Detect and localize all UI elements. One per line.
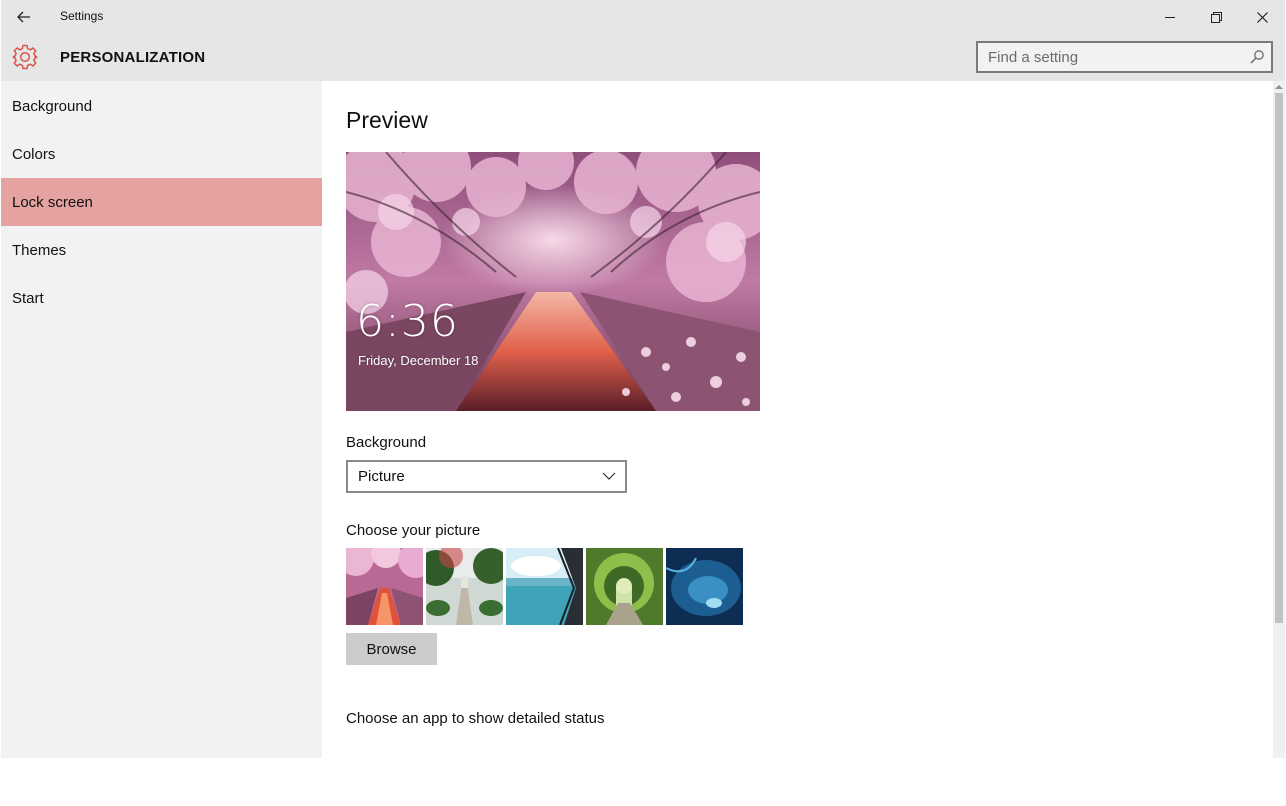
background-label: Background (346, 434, 427, 451)
picture-thumb-garden-fountain[interactable] (426, 548, 503, 625)
background-dropdown[interactable]: Picture (346, 460, 627, 493)
restore-icon (1210, 11, 1222, 23)
sidebar-item-lock-screen[interactable]: Lock screen (1, 178, 322, 226)
main-content: Preview 6:36 Friday, December 18 Backgro… (322, 81, 1273, 758)
picture-thumbnails (346, 548, 746, 625)
settings-header: PERSONALIZATION (1, 34, 1285, 81)
preview-date: Friday, December 18 (358, 353, 479, 368)
sidebar-item-background[interactable]: Background (1, 82, 322, 130)
gear-icon (12, 44, 38, 70)
picture-thumb-rocks-and-sea[interactable] (506, 548, 583, 625)
picture-thumb-cherry-blossom[interactable] (346, 548, 423, 625)
page-title: PERSONALIZATION (60, 49, 206, 66)
scroll-up-arrow-icon[interactable] (1275, 83, 1283, 91)
back-arrow-icon (17, 11, 30, 23)
minimize-button[interactable] (1147, 0, 1193, 34)
restore-button[interactable] (1193, 0, 1239, 34)
vertical-scrollbar[interactable] (1273, 81, 1285, 758)
preview-time: 6:36 (356, 296, 459, 347)
browse-button[interactable]: Browse (346, 633, 437, 665)
sidebar-item-start[interactable]: Start (1, 274, 322, 322)
minimize-icon (1164, 16, 1175, 18)
chevron-down-icon (602, 472, 616, 480)
preview-image (346, 152, 760, 411)
picture-thumb-green-arch[interactable] (586, 548, 663, 625)
close-icon (1256, 11, 1268, 23)
choose-picture-label: Choose your picture (346, 522, 481, 539)
scrollbar-thumb[interactable] (1275, 93, 1283, 623)
sidebar-item-themes[interactable]: Themes (1, 226, 322, 274)
picture-thumb-ice-cave[interactable] (666, 548, 743, 625)
background-dropdown-value: Picture (358, 468, 405, 485)
sidebar: Background Colors Lock screen Themes Sta… (1, 81, 322, 758)
settings-window: Settings PERSONALIZATION Find a setting … (1, 0, 1285, 758)
sidebar-item-colors[interactable]: Colors (1, 130, 322, 178)
close-button[interactable] (1239, 0, 1285, 34)
search-icon[interactable] (1249, 49, 1265, 65)
app-title: Settings (60, 9, 104, 23)
detailed-status-label: Choose an app to show detailed status (346, 710, 605, 727)
title-bar: Settings (1, 0, 1285, 34)
section-title: Preview (346, 107, 428, 133)
search-input[interactable] (978, 43, 1238, 71)
back-button[interactable] (9, 4, 39, 30)
lock-screen-preview: 6:36 Friday, December 18 (346, 152, 760, 411)
search-box[interactable] (976, 41, 1273, 73)
